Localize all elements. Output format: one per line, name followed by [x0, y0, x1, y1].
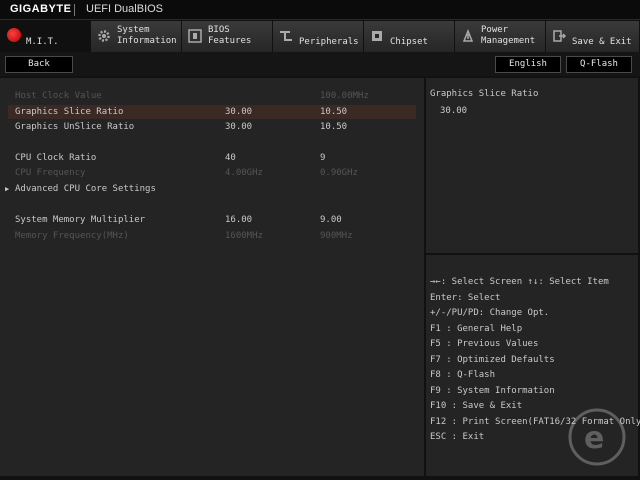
watermark-logo: e	[568, 408, 626, 466]
setting-memory-frequency: Memory Frequency(MHz) 1600MHz 900MHz	[0, 229, 424, 243]
submenu-arrow-icon: ▶	[5, 185, 10, 193]
setting-graphics-unslice-ratio[interactable]: Graphics UnSlice Ratio 30.00 10.50	[0, 120, 424, 134]
tab-system-information[interactable]: System Information	[91, 21, 182, 52]
setting-value: 40	[225, 153, 236, 163]
setting-name: CPU Clock Ratio	[15, 153, 97, 163]
setting-cpu-clock-ratio[interactable]: CPU Clock Ratio 40 9	[0, 151, 424, 165]
brand-logo: GIGABYTE	[10, 3, 72, 15]
setting-current-value: 10.50	[320, 107, 348, 117]
setting-name: Host Clock Value	[15, 91, 102, 101]
setting-current-value: 100.00MHz	[320, 91, 369, 101]
tab-save-exit[interactable]: Save & Exit	[546, 21, 640, 52]
setting-name: CPU Frequency	[15, 168, 86, 178]
setting-cpu-frequency: CPU Frequency 4.00GHz 0.90GHz	[0, 166, 424, 180]
product-name: UEFI DualBIOS	[86, 3, 164, 15]
setting-name: Memory Frequency(MHz)	[15, 231, 129, 241]
tab-label: M.I.T.	[26, 37, 59, 47]
setting-value: 30.00	[225, 122, 253, 132]
tab-peripherals[interactable]: Peripherals	[273, 21, 364, 52]
main-tabs: M.I.T. System Information BIOS Features …	[0, 21, 640, 52]
tab-bios-features[interactable]: BIOS Features	[182, 21, 273, 52]
setting-current-value: 10.50	[320, 122, 348, 132]
bios-features-icon	[188, 29, 202, 43]
tab-power-management[interactable]: Power Management	[455, 21, 546, 52]
key-hint: F7 : Optimized Defaults	[430, 355, 555, 365]
key-hint: F9 : System Information	[430, 386, 555, 396]
setting-advanced-cpu-core-settings[interactable]: ▶ Advanced CPU Core Settings	[0, 182, 424, 196]
setting-current-value: 9.00	[320, 215, 342, 225]
power-icon	[462, 29, 474, 42]
key-hint: +/-/PU/PD: Change Opt.	[430, 308, 550, 318]
setting-name: Graphics UnSlice Ratio	[15, 122, 135, 132]
tab-label: Peripherals	[299, 37, 359, 47]
setting-value: 16.00	[225, 215, 253, 225]
setting-value: 30.00	[225, 107, 253, 117]
tab-label: Save & Exit	[572, 37, 632, 47]
title-bar: GIGABYTE UEFI DualBIOS	[0, 0, 640, 20]
setting-name: System Memory Multiplier	[15, 215, 146, 225]
brand-divider	[74, 4, 75, 16]
gear-icon	[98, 30, 110, 42]
setting-name: Advanced CPU Core Settings	[15, 184, 156, 194]
help-title: Graphics Slice Ratio	[430, 89, 539, 99]
exit-icon	[553, 30, 566, 42]
setting-host-clock-value: Host Clock Value 100.00MHz	[0, 89, 424, 103]
key-hint: F1 : General Help	[430, 324, 523, 334]
setting-graphics-slice-ratio[interactable]: Graphics Slice Ratio 30.00 10.50	[8, 105, 416, 119]
svg-text:e: e	[584, 421, 604, 456]
tab-chipset[interactable]: Chipset	[364, 21, 455, 52]
mit-icon	[7, 28, 21, 42]
tab-mit[interactable]: M.I.T.	[0, 21, 91, 52]
peripherals-icon	[280, 31, 292, 41]
tab-label: System Information	[117, 25, 177, 46]
tab-label: Chipset	[390, 37, 428, 47]
setting-value: 1600MHz	[225, 231, 263, 241]
help-value: 30.00	[440, 106, 468, 116]
key-hint: F5 : Previous Values	[430, 339, 539, 349]
setting-current-value: 900MHz	[320, 231, 353, 241]
key-hint: ESC : Exit	[430, 432, 485, 442]
key-hint: Enter: Select	[430, 293, 501, 303]
sub-toolbar: Back English Q-Flash	[0, 52, 640, 76]
key-hint: F10 : Save & Exit	[430, 401, 523, 411]
setting-value: 4.00GHz	[225, 168, 263, 178]
key-hint: F8 : Q-Flash	[430, 370, 496, 380]
chipset-icon	[372, 31, 382, 41]
help-panel: Graphics Slice Ratio 30.00	[426, 78, 638, 253]
language-button[interactable]: English	[495, 56, 561, 73]
back-button[interactable]: Back	[5, 56, 73, 73]
setting-name: Graphics Slice Ratio	[15, 107, 124, 117]
tab-label: Power Management	[481, 25, 536, 46]
setting-system-memory-multiplier[interactable]: System Memory Multiplier 16.00 9.00	[0, 213, 424, 227]
setting-current-value: 9	[320, 153, 326, 163]
qflash-button[interactable]: Q-Flash	[566, 56, 632, 73]
key-hint: →←: Select Screen ↑↓: Select Item	[430, 277, 609, 287]
settings-panel: Host Clock Value 100.00MHz Graphics Slic…	[0, 78, 424, 476]
tab-label: BIOS Features	[208, 25, 252, 46]
setting-current-value: 0.90GHz	[320, 168, 358, 178]
